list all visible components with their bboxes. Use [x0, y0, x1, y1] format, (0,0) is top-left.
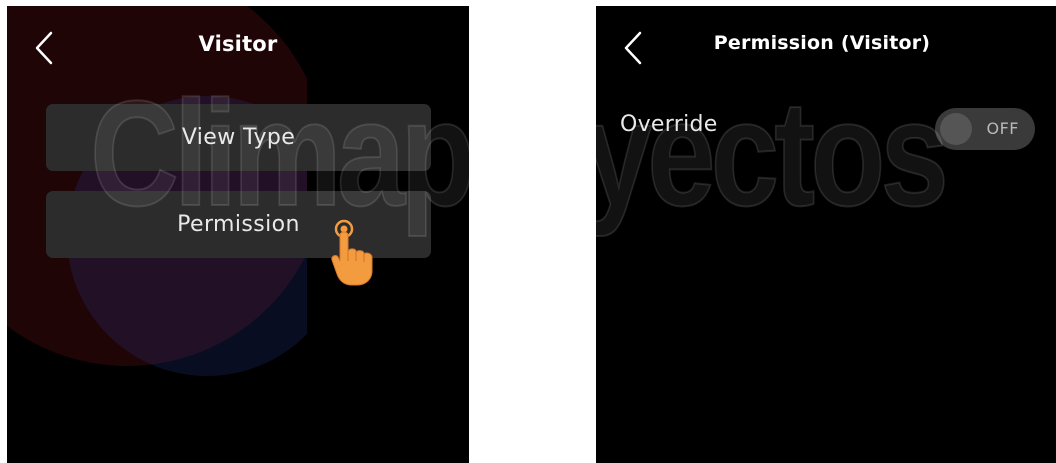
hand-pointer-icon [331, 219, 373, 286]
visitor-screen: Visitor View Type Permission [7, 6, 469, 463]
stage: Visitor View Type Permission Permission … [0, 0, 1056, 463]
view-type-label: View Type [181, 125, 296, 150]
toggle-knob [940, 113, 972, 145]
page-title: Visitor [198, 32, 278, 56]
page-title: Permission (Visitor) [713, 32, 931, 54]
permission-visitor-screen: Permission (Visitor) Override OFF [596, 6, 1056, 463]
toggle-state: OFF [986, 119, 1019, 138]
permission-label: Permission [177, 212, 300, 237]
override-toggle[interactable]: OFF [935, 108, 1035, 150]
override-label: Override [620, 112, 718, 137]
view-type-button[interactable]: View Type [46, 104, 431, 171]
